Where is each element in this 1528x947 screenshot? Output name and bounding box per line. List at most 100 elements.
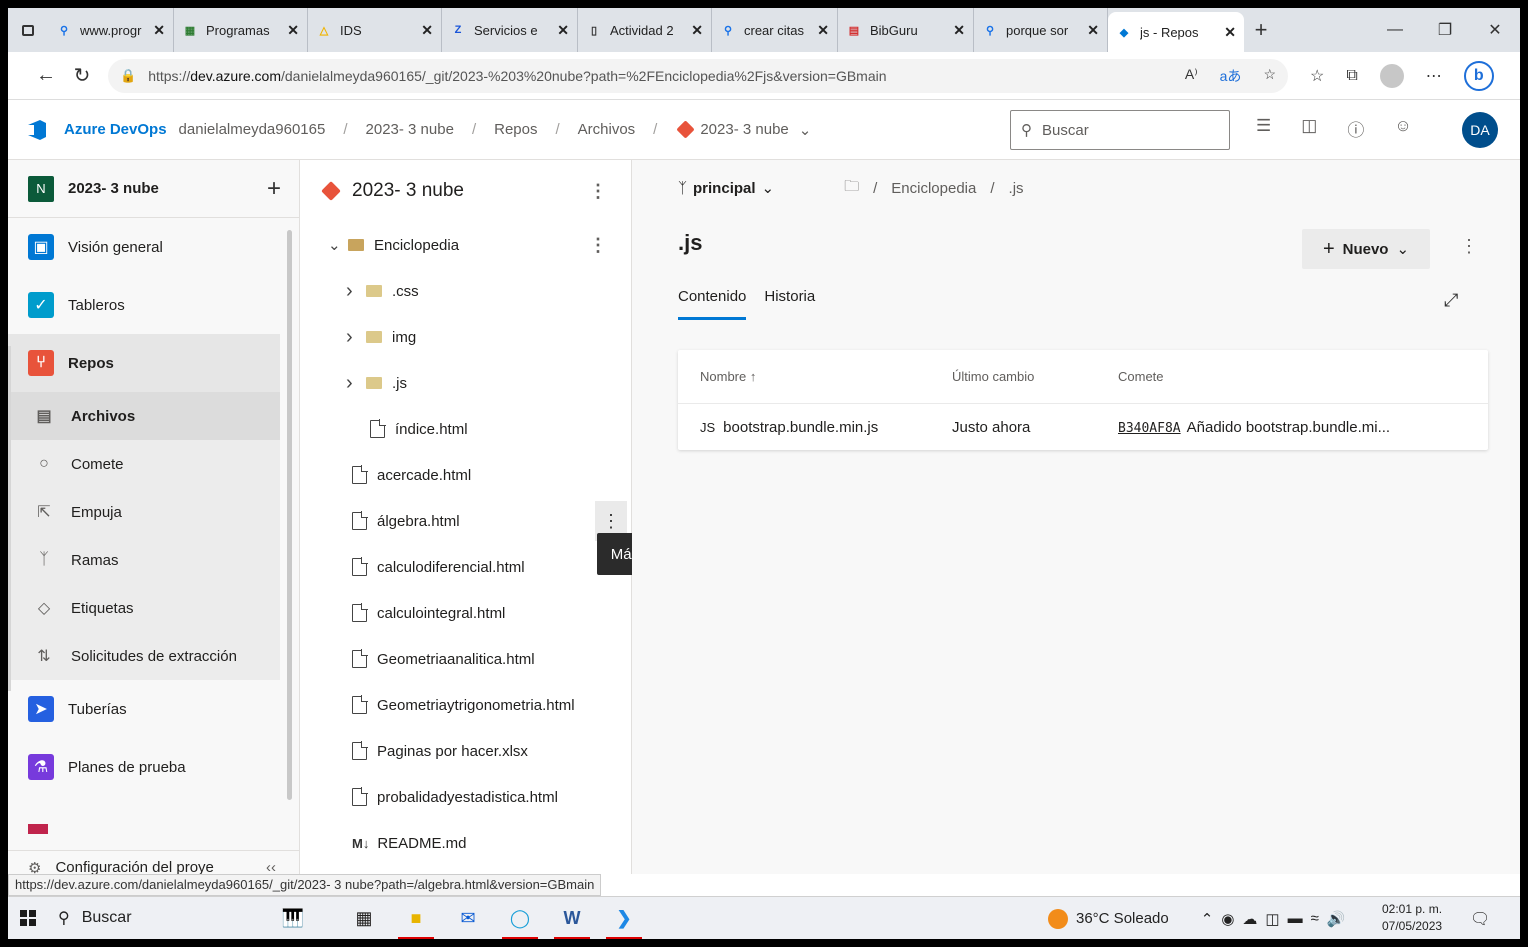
tree-folder[interactable]: › img <box>300 314 631 360</box>
browser-tab[interactable]: ⚲ porque sor ✕ <box>974 8 1108 52</box>
tray-chevron-icon[interactable]: ⌃ <box>1201 910 1214 928</box>
tab-history[interactable]: Historia <box>764 288 815 320</box>
tree-file[interactable]: acercade.html <box>300 452 631 498</box>
browser-tab[interactable]: ⚲ www.progr ✕ <box>48 8 174 52</box>
repo-title[interactable]: 2023- 3 nube <box>352 180 464 202</box>
tree-file[interactable]: M↓ README.md <box>300 820 631 866</box>
help-icon[interactable]: ⓘ <box>1347 116 1364 141</box>
tree-file[interactable]: calculodiferencial.html <box>300 544 631 590</box>
collections-icon[interactable]: ⧉ <box>1346 67 1357 85</box>
vscode-icon[interactable]: ❯ <box>598 897 650 939</box>
taskbar-search[interactable]: ⚲ Buscar <box>48 897 248 940</box>
tree-file[interactable]: calculointegral.html <box>300 590 631 636</box>
tree-folder[interactable]: › .css <box>300 268 631 314</box>
sidebar-item-comete[interactable]: ○ Comete <box>8 440 280 488</box>
favorites-icon[interactable]: ☆ <box>1310 66 1324 86</box>
close-window-icon[interactable]: ✕ <box>1470 8 1520 52</box>
sidebar-item-solicitudes[interactable]: ⇅ Solicitudes de extracción <box>8 632 280 680</box>
close-tab-icon[interactable]: ✕ <box>1224 24 1236 41</box>
tab-contents[interactable]: Contenido <box>678 288 747 320</box>
repo-picker[interactable]: 2023- 3 nube ⌄ <box>676 120 811 139</box>
file-name[interactable]: bootstrap.bundle.min.js <box>723 419 878 436</box>
close-tab-icon[interactable]: ✕ <box>817 22 829 39</box>
word-icon[interactable]: W <box>546 897 598 939</box>
browser-tab[interactable]: △ IDS ✕ <box>308 8 442 52</box>
tree-file[interactable]: índice.html <box>300 406 631 452</box>
collapse-icon[interactable]: ‹‹ <box>266 859 276 874</box>
tree-file[interactable]: álgebra.html ⋮ <box>300 498 631 544</box>
tree-file[interactable]: Geometriaytrigonometria.html <box>300 682 631 728</box>
sidebar-item-empuja[interactable]: ⇱ Empuja <box>8 488 280 536</box>
close-tab-icon[interactable]: ✕ <box>1087 22 1099 39</box>
close-tab-icon[interactable]: ✕ <box>287 22 299 39</box>
sidebar-item-etiquetas[interactable]: ◇ Etiquetas <box>8 584 280 632</box>
tree-file[interactable]: probalidadyestadistica.html <box>300 774 631 820</box>
restore-icon[interactable]: ❐ <box>1420 8 1470 52</box>
wifi-icon[interactable]: ≈ <box>1311 910 1319 927</box>
new-button[interactable]: + Nuevo ⌄ <box>1302 229 1430 269</box>
close-tab-icon[interactable]: ✕ <box>557 22 569 39</box>
tree-file[interactable]: Paginas por hacer.xlsx <box>300 728 631 774</box>
path-segment[interactable]: .js <box>1009 180 1024 197</box>
sidebar-item-tableros[interactable]: ✓ Tableros <box>8 276 280 334</box>
close-tab-icon[interactable]: ✕ <box>691 22 703 39</box>
profile-avatar[interactable] <box>1379 63 1404 88</box>
tray-monitor-icon[interactable]: ◫ <box>1265 910 1279 928</box>
notifications-icon[interactable]: 🗨 <box>1470 909 1490 929</box>
marketplace-icon[interactable]: ◫ <box>1301 116 1317 141</box>
edge-icon[interactable]: ◯ <box>494 897 546 939</box>
read-aloud-icon[interactable]: A⁾ <box>1185 66 1198 86</box>
minimize-icon[interactable]: — <box>1370 8 1420 52</box>
weather-icon[interactable] <box>1048 908 1068 929</box>
tree-root-folder[interactable]: ⌄ Enciclopedia ⋮ <box>300 222 631 268</box>
azure-devops-logo-icon[interactable] <box>26 119 48 141</box>
search-input[interactable]: ⚲ Buscar <box>1010 110 1230 150</box>
brand-name[interactable]: Azure DevOps <box>64 121 167 138</box>
onedrive-icon[interactable]: ☁ <box>1242 910 1257 928</box>
tree-file[interactable]: Geometriaanalitica.html <box>300 636 631 682</box>
folder-more-icon[interactable]: ⋮ <box>589 235 607 256</box>
breadcrumb-project[interactable]: 2023- 3 nube <box>366 121 454 138</box>
browser-tab[interactable]: ▦ Programas ✕ <box>174 8 308 52</box>
chevron-down-icon[interactable]: ⌄ <box>328 236 348 254</box>
table-row[interactable]: JS bootstrap.bundle.min.js Justo ahora B3… <box>678 404 1488 450</box>
browser-tab[interactable]: ▯ Actividad 2 ✕ <box>578 8 712 52</box>
sidebar-item-planes[interactable]: ⚗ Planes de prueba <box>8 738 280 796</box>
piano-app-icon[interactable]: 🎹 <box>248 897 338 940</box>
project-settings[interactable]: ⚙ Configuración del proye ‹‹ <box>8 850 299 874</box>
path-segment[interactable]: Enciclopedia <box>891 180 976 197</box>
back-icon[interactable]: ← <box>28 58 64 94</box>
browser-tab[interactable]: ▤ BibGuru ✕ <box>838 8 974 52</box>
column-name[interactable]: Nombre ↑ <box>678 369 952 384</box>
nav-scrollbar[interactable] <box>287 230 292 800</box>
sidebar-item-repos[interactable]: ⑂ Repos <box>8 334 280 392</box>
breadcrumb-repos[interactable]: Repos <box>494 121 537 138</box>
chevron-right-icon[interactable]: › <box>346 372 366 395</box>
branch-picker[interactable]: ᛉ principal ⌄ <box>678 179 774 198</box>
new-tab-button[interactable]: + <box>1244 17 1278 43</box>
breadcrumb-org[interactable]: danielalmeyda960165 <box>179 121 326 138</box>
url-field[interactable]: 🔒 https://dev.azure.com/danielalmeyda960… <box>108 58 1288 93</box>
task-list-icon[interactable]: ☰ <box>1256 116 1271 141</box>
browser-tab[interactable]: ◆ js - Repos ✕ <box>1108 12 1244 52</box>
user-settings-icon[interactable]: ☺ <box>1394 116 1411 141</box>
breadcrumb-files[interactable]: Archivos <box>578 121 636 138</box>
add-favorite-icon[interactable]: ☆ <box>1263 66 1276 86</box>
more-icon[interactable]: ⋮ <box>1460 236 1478 257</box>
volume-icon[interactable]: 🔊 <box>1327 910 1346 928</box>
task-view-icon[interactable]: ▦ <box>338 897 390 940</box>
sidebar-item-ramas[interactable]: ᛉ Ramas <box>8 536 280 584</box>
clock[interactable]: 02:01 p. m. 07/05/2023 <box>1382 901 1442 935</box>
browser-tab[interactable]: ⚲ crear citas ✕ <box>712 8 838 52</box>
mail-icon[interactable]: ✉ <box>442 897 494 940</box>
add-icon[interactable]: + <box>267 175 281 203</box>
close-tab-icon[interactable]: ✕ <box>953 22 965 39</box>
window-menu-icon[interactable] <box>8 8 48 52</box>
sidebar-item-tuberias[interactable]: ➤ Tuberías <box>8 680 280 738</box>
weather-text[interactable]: 36°C Soleado <box>1076 910 1169 927</box>
more-icon[interactable]: ⋯ <box>1426 66 1442 86</box>
tray-app-icon[interactable]: ◉ <box>1221 910 1234 928</box>
close-tab-icon[interactable]: ✕ <box>153 22 165 39</box>
folder-outline-icon[interactable]: 🗀 <box>844 176 859 201</box>
repo-more-icon[interactable]: ⋮ <box>589 181 607 202</box>
